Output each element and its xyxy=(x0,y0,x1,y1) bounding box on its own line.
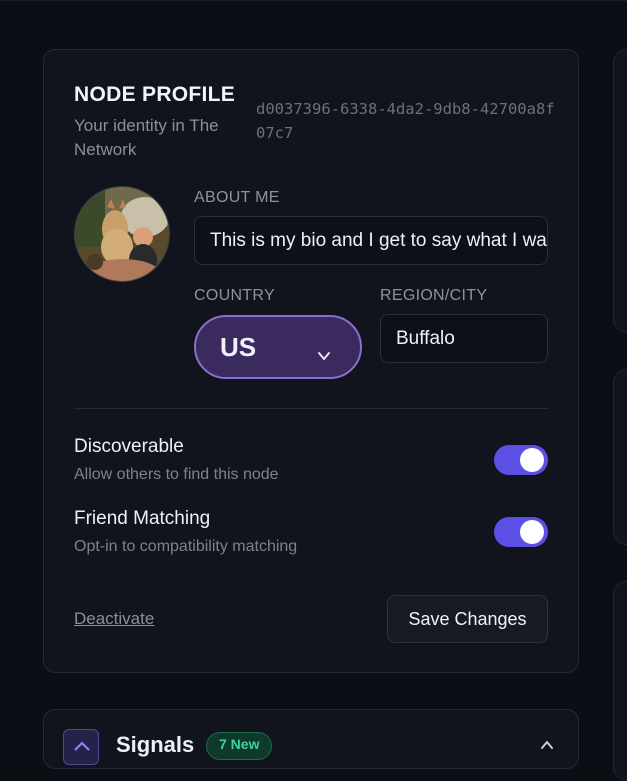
discoverable-title: Discoverable xyxy=(74,436,184,457)
avatar[interactable] xyxy=(74,186,170,282)
side-card-1 xyxy=(613,49,627,333)
about-me-input[interactable]: This is my bio and I get to say what I w… xyxy=(194,216,548,265)
about-me-label: ABOUT ME xyxy=(194,189,280,206)
toggle-knob xyxy=(520,448,544,472)
region-input[interactable]: Buffalo xyxy=(380,314,548,363)
node-profile-card: NODE PROFILE Your identity in The Networ… xyxy=(43,49,579,673)
discoverable-toggle[interactable] xyxy=(494,445,548,475)
signal-icon xyxy=(63,729,99,765)
toggle-knob xyxy=(520,520,544,544)
save-changes-button[interactable]: Save Changes xyxy=(387,595,548,643)
friend-matching-toggle[interactable] xyxy=(494,517,548,547)
discoverable-description: Allow others to find this node xyxy=(74,466,279,483)
chevron-down-icon xyxy=(316,340,332,371)
top-divider xyxy=(0,0,627,1)
profile-subtitle: Your identity in The Network xyxy=(74,116,219,159)
side-card-3 xyxy=(613,581,627,781)
signals-card[interactable]: Signals 7 New xyxy=(43,709,579,769)
signals-new-badge: 7 New xyxy=(206,732,273,760)
side-card-2 xyxy=(613,369,627,545)
page-title: NODE PROFILE xyxy=(74,83,236,106)
region-label: REGION/CITY xyxy=(380,287,488,304)
signals-title: Signals xyxy=(116,732,195,757)
section-divider xyxy=(74,408,548,409)
country-value: US xyxy=(220,331,257,362)
node-id: d0037396-6338-4da2-9db8-42700a8f07c7 xyxy=(256,100,555,142)
country-select[interactable]: US xyxy=(194,315,362,379)
region-value: Buffalo xyxy=(396,327,455,349)
friend-matching-title: Friend Matching xyxy=(74,508,211,529)
friend-matching-description: Opt-in to compatibility matching xyxy=(74,538,298,555)
country-label: COUNTRY xyxy=(194,287,275,304)
about-me-value: This is my bio and I get to say what I w… xyxy=(210,229,548,251)
chevron-up-icon[interactable] xyxy=(539,737,555,758)
deactivate-link[interactable]: Deactivate xyxy=(74,609,154,629)
avatar-photo xyxy=(75,187,169,281)
